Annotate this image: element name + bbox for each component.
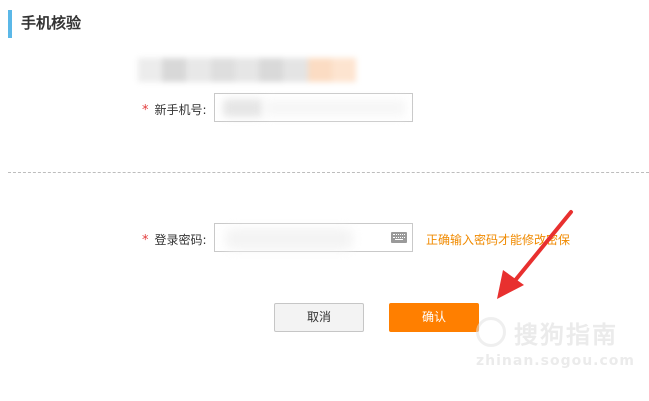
blurred-phone-number — [138, 58, 356, 82]
dashed-divider — [8, 172, 649, 173]
required-mark: * — [142, 233, 149, 248]
password-hint: 正确输入密码才能修改密保 — [426, 233, 571, 247]
confirm-button[interactable]: 确认 — [389, 303, 479, 332]
watermark-logo-icon — [476, 317, 506, 347]
required-mark: * — [142, 103, 149, 118]
cancel-button[interactable]: 取消 — [274, 303, 364, 332]
keyboard-icon[interactable] — [391, 232, 407, 243]
watermark-url: zhinan.sogou.com — [476, 353, 635, 369]
phone-label-text: 新手机号: — [154, 103, 207, 117]
watermark-brand: 搜狗指南 — [514, 321, 618, 349]
arrow-head — [497, 270, 524, 299]
phone-label: * 新手机号: — [142, 101, 207, 118]
password-label-text: 登录密码: — [154, 233, 207, 247]
page-title: 手机核验 — [21, 14, 82, 32]
login-password-input[interactable] — [214, 223, 413, 252]
title-accent-bar — [8, 10, 12, 38]
password-label: * 登录密码: — [142, 231, 207, 248]
blurred-input-value — [223, 99, 263, 117]
watermark: 搜狗指南 zhinan.sogou.com — [470, 313, 646, 373]
blurred-input-value — [225, 228, 353, 250]
blurred-input-value — [265, 100, 405, 116]
new-phone-input[interactable] — [214, 93, 413, 122]
